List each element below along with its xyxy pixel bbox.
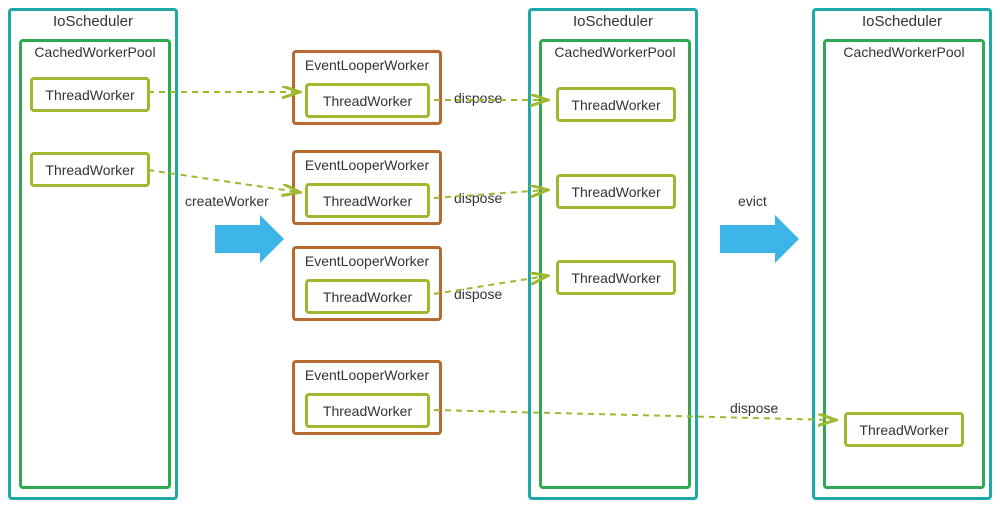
io-scheduler-label: IoScheduler: [862, 9, 942, 34]
event-looper-label: EventLooperWorker: [305, 253, 429, 269]
thread-worker-box: ThreadWorker: [305, 83, 430, 118]
thread-worker-box: ThreadWorker: [30, 152, 150, 187]
event-looper-box: EventLooperWorker ThreadWorker: [292, 360, 442, 435]
thread-worker-label: ThreadWorker: [571, 97, 660, 113]
thread-worker-label: ThreadWorker: [323, 403, 412, 419]
dispose-label: dispose: [454, 286, 502, 302]
thread-worker-label: ThreadWorker: [323, 289, 412, 305]
event-looper-box: EventLooperWorker ThreadWorker: [292, 150, 442, 225]
io-scheduler-label: IoScheduler: [573, 9, 653, 34]
cached-pool-label: CachedWorkerPool: [554, 44, 675, 60]
thread-worker-label: ThreadWorker: [571, 270, 660, 286]
dispose-label: dispose: [454, 190, 502, 206]
io-scheduler-box: IoScheduler CachedWorkerPool ThreadWorke…: [528, 8, 698, 500]
cached-pool-box: CachedWorkerPool ThreadWorker ThreadWork…: [539, 39, 691, 489]
thread-worker-label: ThreadWorker: [571, 184, 660, 200]
io-scheduler-label: IoScheduler: [53, 9, 133, 34]
event-looper-label: EventLooperWorker: [305, 57, 429, 73]
cached-pool-label: CachedWorkerPool: [34, 44, 155, 60]
thread-worker-label: ThreadWorker: [323, 93, 412, 109]
event-looper-box: EventLooperWorker ThreadWorker: [292, 246, 442, 321]
thread-worker-box: ThreadWorker: [305, 279, 430, 314]
thread-worker-box: ThreadWorker: [844, 412, 964, 447]
cached-pool-box: CachedWorkerPool ThreadWorker ThreadWork…: [19, 39, 171, 489]
evict-label: evict: [738, 193, 767, 209]
thread-worker-box: ThreadWorker: [30, 77, 150, 112]
thread-worker-label: ThreadWorker: [45, 87, 134, 103]
thread-worker-box: ThreadWorker: [305, 393, 430, 428]
io-scheduler-box: IoScheduler CachedWorkerPool ThreadWorke…: [812, 8, 992, 500]
io-scheduler-box: IoScheduler CachedWorkerPool ThreadWorke…: [8, 8, 178, 500]
dispose-label: dispose: [730, 400, 778, 416]
thread-worker-box: ThreadWorker: [556, 174, 676, 209]
create-worker-arrow: [215, 215, 284, 263]
create-worker-label: createWorker: [185, 193, 269, 209]
evict-arrow: [720, 215, 799, 263]
thread-worker-box: ThreadWorker: [556, 260, 676, 295]
thread-worker-label: ThreadWorker: [859, 422, 948, 438]
dispose-label: dispose: [454, 90, 502, 106]
event-looper-label: EventLooperWorker: [305, 367, 429, 383]
thread-worker-label: ThreadWorker: [45, 162, 134, 178]
thread-worker-box: ThreadWorker: [305, 183, 430, 218]
cached-pool-box: CachedWorkerPool ThreadWorker: [823, 39, 985, 489]
event-looper-box: EventLooperWorker ThreadWorker: [292, 50, 442, 125]
cached-pool-label: CachedWorkerPool: [843, 44, 964, 60]
diagram-root: IoScheduler CachedWorkerPool ThreadWorke…: [0, 0, 1000, 508]
event-looper-label: EventLooperWorker: [305, 157, 429, 173]
thread-worker-box: ThreadWorker: [556, 87, 676, 122]
thread-worker-label: ThreadWorker: [323, 193, 412, 209]
